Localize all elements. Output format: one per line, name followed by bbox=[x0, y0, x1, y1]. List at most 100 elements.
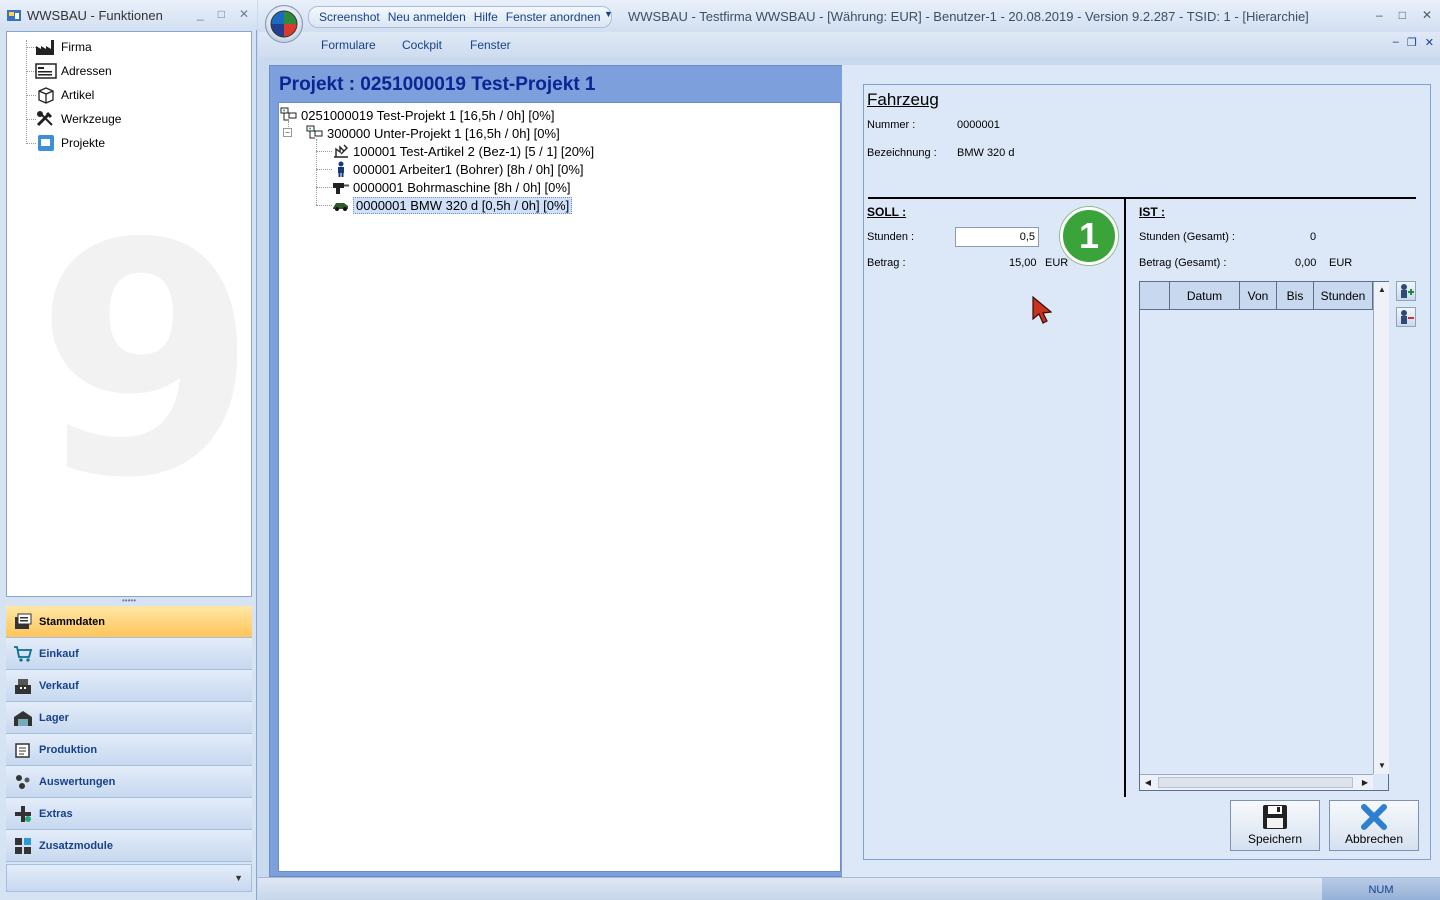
main-window-title: WWSBAU - Testfirma WWSBAU - [Währung: EU… bbox=[628, 9, 1309, 24]
maximize-icon[interactable]: □ bbox=[218, 7, 225, 21]
floppy-disk-icon bbox=[1263, 805, 1287, 829]
nav-overflow[interactable]: ▼ bbox=[6, 864, 252, 892]
grid-col-select[interactable] bbox=[1140, 282, 1170, 309]
nav-label: Stammdaten bbox=[39, 615, 106, 628]
main-window: Screenshot Neu anmelden Hilfe Fenster an… bbox=[258, 0, 1440, 900]
nav-label: Zusatzmodule bbox=[39, 839, 113, 852]
tree-row-tool[interactable]: 0000001 Bohrmaschine [8h / 0h] [0%] bbox=[332, 178, 571, 196]
qat-hilfe[interactable]: Hilfe bbox=[470, 10, 502, 24]
cancel-button[interactable]: Abbrechen bbox=[1329, 800, 1419, 851]
qat-fenster-anordnen[interactable]: Fenster anordnen bbox=[502, 10, 605, 24]
grid-horizontal-scrollbar[interactable]: ◀ ▶ bbox=[1140, 774, 1373, 790]
grid-col-datum[interactable]: Datum bbox=[1170, 282, 1240, 309]
functions-window: WWSBAU - Funktionen _ □ ✕ 9 Firma Adress… bbox=[0, 0, 257, 900]
qat-screenshot[interactable]: Screenshot bbox=[315, 10, 384, 24]
betrag-label: Betrag : bbox=[867, 257, 906, 269]
production-icon bbox=[12, 739, 34, 761]
status-bar: NUM bbox=[258, 877, 1440, 900]
mdi-minimize-icon[interactable]: – bbox=[1393, 36, 1399, 49]
tree-item-werkzeuge[interactable]: Werkzeuge bbox=[35, 109, 121, 129]
scroll-down-icon[interactable]: ▼ bbox=[1374, 758, 1390, 774]
nav-zusatzmodule[interactable]: Zusatzmodule bbox=[6, 830, 252, 862]
betrag-currency: EUR bbox=[1045, 257, 1069, 269]
nav-label: Produktion bbox=[39, 743, 98, 756]
nav-produktion[interactable]: Produktion bbox=[6, 734, 252, 766]
menu-fenster[interactable]: Fenster bbox=[470, 38, 511, 52]
stunden-input[interactable] bbox=[955, 227, 1039, 247]
nav-einkauf[interactable]: Einkauf bbox=[6, 638, 252, 670]
betrag-value: 15,00 bbox=[1009, 257, 1037, 269]
grid-col-stunden[interactable]: Stunden bbox=[1314, 282, 1373, 309]
tree-row-article[interactable]: 100001 Test-Artikel 2 (Bez-1) [5 / 1] [2… bbox=[332, 142, 594, 160]
panel-splitter[interactable]: ••••• bbox=[6, 597, 252, 606]
scroll-up-icon[interactable]: ▲ bbox=[1374, 282, 1390, 298]
main-titlebar: Screenshot Neu anmelden Hilfe Fenster an… bbox=[258, 0, 1440, 43]
save-button[interactable]: Speichern bbox=[1230, 800, 1320, 851]
time-entries-grid[interactable]: Datum Von Bis Stunden ▲ ▼ ◀ ▶ bbox=[1139, 281, 1389, 791]
project-node-icon bbox=[280, 107, 298, 123]
remove-entry-button[interactable] bbox=[1396, 307, 1416, 327]
add-person-icon bbox=[1401, 284, 1414, 298]
menu-cockpit[interactable]: Cockpit bbox=[402, 38, 442, 52]
collapse-toggle[interactable]: − bbox=[283, 128, 292, 137]
ist-betrag-label: Betrag (Gesamt) : bbox=[1139, 257, 1227, 269]
scroll-thumb[interactable] bbox=[1158, 777, 1353, 788]
mdi-close-icon[interactable]: ✕ bbox=[1425, 36, 1434, 49]
status-num-indicator: NUM bbox=[1322, 878, 1440, 900]
maximize-icon[interactable]: □ bbox=[1399, 8, 1406, 22]
ist-betrag-currency: EUR bbox=[1329, 257, 1353, 269]
tree-row-vehicle[interactable]: 0000001 BMW 320 d [0,5h / 0h] [0%] bbox=[332, 196, 573, 214]
close-icon[interactable]: ✕ bbox=[239, 7, 249, 21]
bezeichnung-value: BMW 320 d bbox=[957, 147, 1015, 159]
tree-item-adressen[interactable]: Adressen bbox=[35, 61, 112, 81]
grid-header: Datum Von Bis Stunden bbox=[1140, 282, 1373, 310]
soll-heading: SOLL : bbox=[867, 205, 907, 219]
chevron-down-icon[interactable]: ▼ bbox=[234, 873, 243, 883]
cancel-label: Abbrechen bbox=[1344, 832, 1404, 846]
grid-col-von[interactable]: Von bbox=[1240, 282, 1277, 309]
nav-label: Verkauf bbox=[39, 679, 79, 692]
menu-formulare[interactable]: Formulare bbox=[321, 38, 376, 52]
nav-verkauf[interactable]: Verkauf bbox=[6, 670, 252, 702]
minimize-icon[interactable]: – bbox=[1376, 8, 1383, 22]
shopping-cart-icon bbox=[12, 643, 34, 665]
project-header: Projekt : 0251000019 Test-Projekt 1 bbox=[279, 74, 596, 95]
nav-stammdaten[interactable]: Stammdaten bbox=[6, 606, 252, 638]
qat-neu-anmelden[interactable]: Neu anmelden bbox=[384, 10, 470, 24]
tree-row-text: 000001 Arbeiter1 (Bohrer) [8h / 0h] [0%] bbox=[353, 161, 584, 177]
menu-bar: Formulare Cockpit Fenster – ❐ ✕ bbox=[258, 32, 1440, 57]
qat-customize-icon[interactable]: ▼ bbox=[604, 9, 613, 19]
tree-item-firma[interactable]: Firma bbox=[35, 37, 92, 57]
app-orb-button[interactable] bbox=[265, 5, 303, 43]
nav-auswertungen[interactable]: Auswertungen bbox=[6, 766, 252, 798]
tree-row-worker[interactable]: 000001 Arbeiter1 (Bohrer) [8h / 0h] [0%] bbox=[332, 160, 584, 178]
drill-node-icon bbox=[332, 179, 350, 195]
tree-row-text: 300000 Unter-Projekt 1 [16,5h / 0h] [0%] bbox=[327, 125, 560, 141]
watermark-nine: 9 bbox=[35, 176, 252, 548]
tools-icon bbox=[35, 110, 57, 128]
project-icon bbox=[35, 134, 57, 152]
grid-col-bis[interactable]: Bis bbox=[1277, 282, 1314, 309]
close-icon[interactable]: ✕ bbox=[1422, 8, 1432, 22]
scroll-left-icon[interactable]: ◀ bbox=[1140, 775, 1156, 791]
minimize-icon[interactable]: _ bbox=[197, 7, 204, 21]
nav-lager[interactable]: Lager bbox=[6, 702, 252, 734]
nav-extras[interactable]: Extras bbox=[6, 798, 252, 830]
scroll-right-icon[interactable]: ▶ bbox=[1357, 775, 1373, 791]
box-icon bbox=[35, 86, 57, 104]
mouse-cursor-icon bbox=[1032, 296, 1052, 324]
tree-item-artikel[interactable]: Artikel bbox=[35, 85, 94, 105]
tree-row-subproject[interactable]: 300000 Unter-Projekt 1 [16,5h / 0h] [0%] bbox=[306, 124, 560, 142]
section-divider bbox=[868, 197, 1416, 199]
tree-row-project[interactable]: 0251000019 Test-Projekt 1 [16,5h / 0h] [… bbox=[280, 106, 554, 124]
nav-label: Einkauf bbox=[39, 647, 79, 660]
save-label: Speichern bbox=[1247, 832, 1303, 846]
cancel-x-icon bbox=[1361, 804, 1387, 830]
grid-vertical-scrollbar[interactable]: ▲ ▼ bbox=[1373, 282, 1389, 774]
add-entry-button[interactable] bbox=[1396, 281, 1416, 301]
bezeichnung-label: Bezeichnung : bbox=[867, 147, 937, 159]
nummer-label: Nummer : bbox=[867, 119, 916, 131]
quick-access-toolbar: Screenshot Neu anmelden Hilfe Fenster an… bbox=[308, 6, 612, 28]
mdi-restore-icon[interactable]: ❐ bbox=[1407, 36, 1417, 49]
tree-item-projekte[interactable]: Projekte bbox=[35, 133, 105, 153]
